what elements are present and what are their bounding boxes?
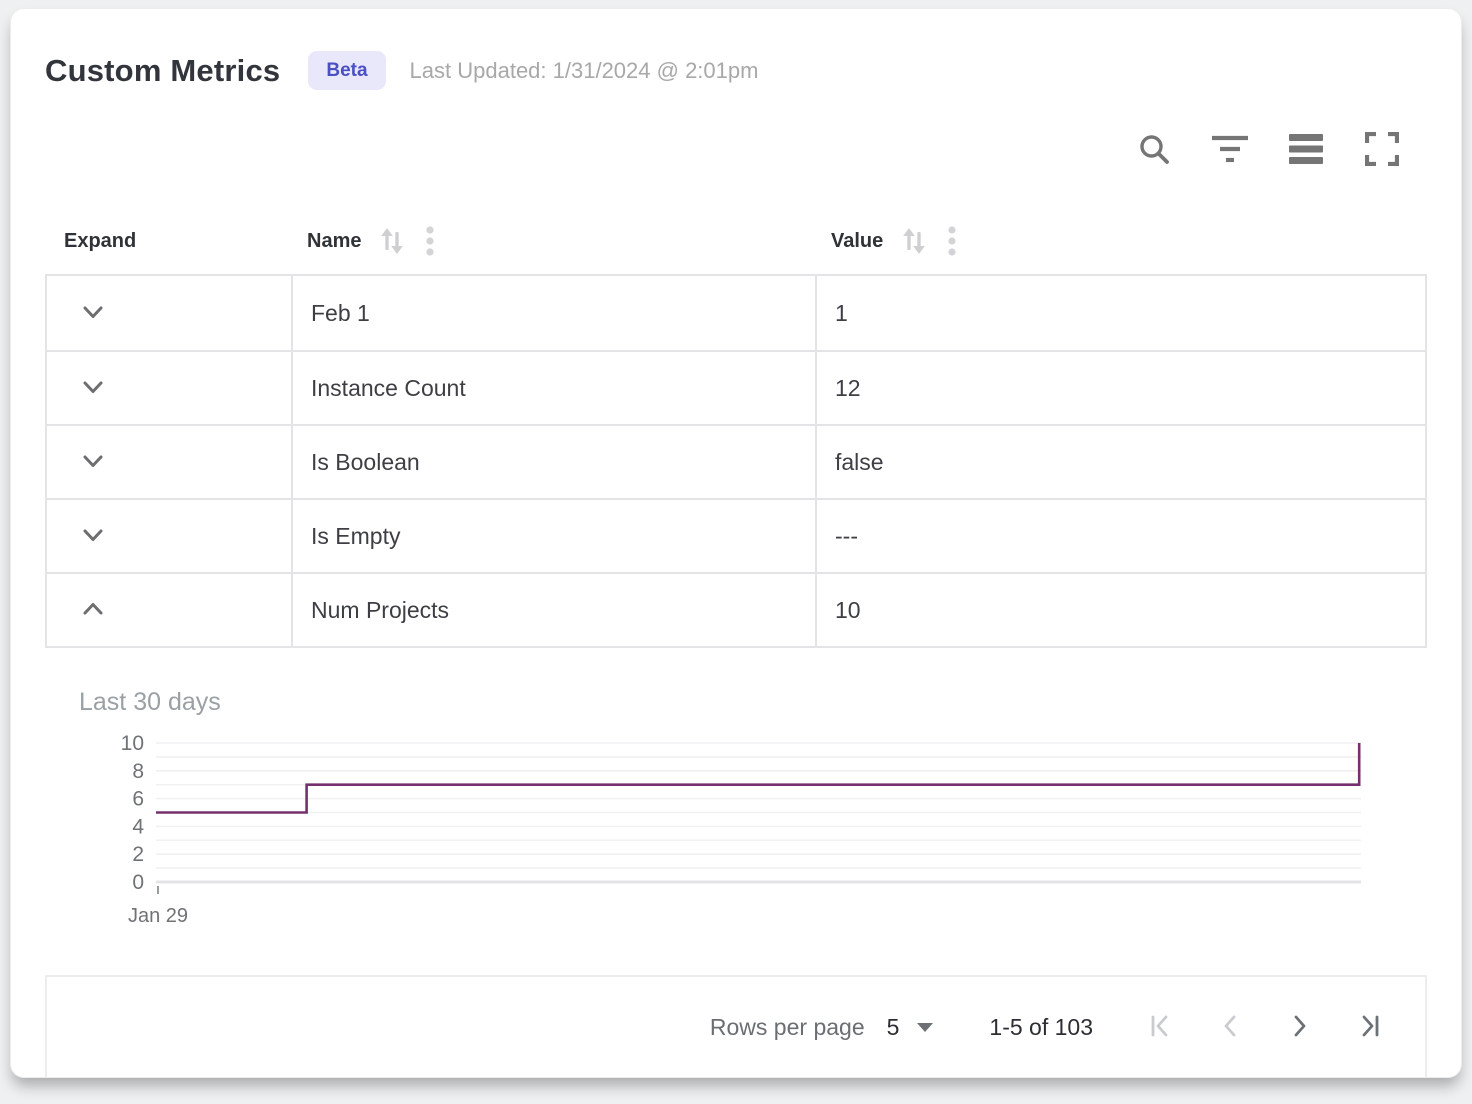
rows-per-page-value: 5 (887, 1014, 900, 1041)
svg-text:4: 4 (132, 815, 144, 838)
svg-text:2: 2 (132, 843, 144, 866)
collapse-row-button[interactable] (73, 590, 113, 630)
cell-value: 1 (815, 276, 1425, 350)
svg-text:Jan 29: Jan 29 (128, 905, 188, 927)
table-body: Feb 1 1 Instance Count 12 (45, 274, 1427, 648)
chevron-right-icon (1286, 1012, 1314, 1043)
chevron-down-icon (80, 299, 106, 328)
previous-page-button[interactable] (1215, 1012, 1245, 1042)
search-button[interactable] (1135, 131, 1173, 169)
pagination-controls (1145, 1012, 1385, 1042)
svg-text:6: 6 (132, 788, 144, 811)
sort-icon[interactable] (375, 224, 409, 258)
chevron-down-icon (80, 448, 106, 477)
table-row: Is Empty --- (47, 498, 1425, 572)
filter-button[interactable] (1211, 131, 1249, 169)
first-page-icon (1146, 1012, 1174, 1043)
table-row: Is Boolean false (47, 424, 1425, 498)
table-toolbar (45, 130, 1427, 170)
fullscreen-button[interactable] (1363, 131, 1401, 169)
chevron-down-icon (80, 522, 106, 551)
cell-name: Instance Count (291, 352, 815, 424)
cell-name: Is Empty (291, 500, 815, 572)
filter-icon (1211, 134, 1249, 167)
column-menu-icon[interactable] (425, 224, 435, 258)
last-updated-text: Last Updated: 1/31/2024 @ 2:01pm (410, 58, 759, 84)
chart-title: Last 30 days (79, 688, 1427, 717)
chevron-left-icon (1216, 1012, 1244, 1043)
search-icon (1136, 131, 1172, 170)
table-row: Instance Count 12 (47, 350, 1425, 424)
metrics-table: Expand Name (45, 208, 1427, 648)
rows-per-page-label: Rows per page (710, 1014, 865, 1041)
cell-name: Num Projects (291, 574, 815, 646)
expand-row-button[interactable] (73, 293, 113, 333)
page-title: Custom Metrics (45, 53, 280, 89)
metric-history-chart: 0 2 4 6 8 10 Jan 29 (45, 735, 1375, 935)
last-page-button[interactable] (1355, 1012, 1385, 1042)
first-page-button[interactable] (1145, 1012, 1175, 1042)
table-footer: Rows per page 5 1-5 of 103 (45, 975, 1427, 1077)
cell-value: 12 (815, 352, 1425, 424)
table-row: Feb 1 1 (47, 276, 1425, 350)
column-menu-icon[interactable] (947, 224, 957, 258)
density-icon (1289, 134, 1323, 167)
cell-name: Is Boolean (291, 426, 815, 498)
column-header-expand: Expand (45, 230, 289, 253)
table-row: Num Projects 10 (47, 572, 1425, 646)
expand-row-button[interactable] (73, 516, 113, 556)
next-page-button[interactable] (1285, 1012, 1315, 1042)
cell-value: 10 (815, 574, 1425, 646)
density-button[interactable] (1287, 131, 1325, 169)
expand-row-button[interactable] (73, 368, 113, 408)
chevron-up-icon (80, 596, 106, 625)
pagination-range: 1-5 of 103 (989, 1014, 1093, 1041)
cell-value: false (815, 426, 1425, 498)
svg-text:0: 0 (132, 871, 144, 894)
beta-badge: Beta (308, 51, 385, 90)
cell-name: Feb 1 (291, 276, 815, 350)
custom-metrics-card: Custom Metrics Beta Last Updated: 1/31/2… (10, 8, 1462, 1078)
expand-row-button[interactable] (73, 442, 113, 482)
svg-text:10: 10 (121, 735, 144, 755)
chevron-down-icon (80, 374, 106, 403)
page-header: Custom Metrics Beta Last Updated: 1/31/2… (45, 9, 1427, 90)
caret-down-icon (917, 1023, 933, 1032)
fullscreen-icon (1365, 132, 1399, 169)
table-header-row: Expand Name (45, 208, 1427, 274)
last-page-icon (1356, 1012, 1384, 1043)
rows-per-page-select[interactable]: 5 (887, 1014, 934, 1041)
expanded-row-panel: Last 30 days 0 2 4 6 8 10 Jan 29 (45, 688, 1427, 935)
sort-icon[interactable] (897, 224, 931, 258)
svg-text:8: 8 (132, 760, 144, 783)
column-header-value[interactable]: Value (813, 224, 1427, 258)
cell-value: --- (815, 500, 1425, 572)
column-header-name[interactable]: Name (289, 224, 813, 258)
